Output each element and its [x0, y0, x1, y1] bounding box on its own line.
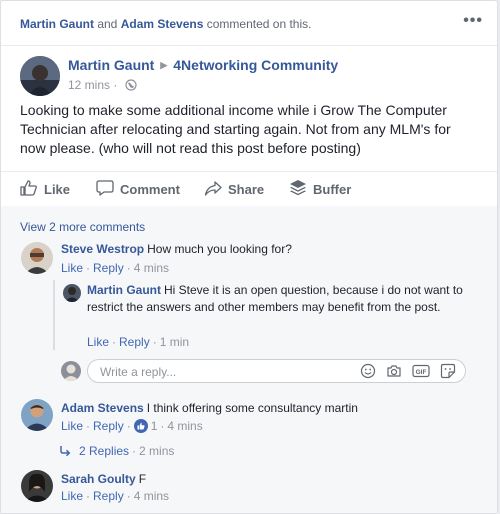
post-card: Martin Gaunt and Adam Stevens commented … [0, 0, 498, 514]
comment-actions: Like · Reply · 1 · 4 mins [61, 419, 203, 436]
svg-text:GIF: GIF [416, 369, 427, 376]
notice-suffix: commented on this. [203, 17, 312, 31]
comment-time[interactable]: 4 mins [134, 489, 169, 503]
current-user-avatar [61, 361, 81, 381]
like-reaction-icon[interactable] [133, 419, 148, 436]
buffer-label: Buffer [313, 181, 352, 197]
post-author-name[interactable]: Martin Gaunt [68, 57, 154, 73]
gif-icon[interactable]: GIF [412, 363, 430, 382]
like-label: Like [44, 181, 71, 197]
comment-text: F [138, 472, 147, 486]
reply-author[interactable]: Martin Gaunt [87, 283, 161, 297]
comment-reply-link[interactable]: Reply [93, 419, 124, 433]
share-label: Share [228, 181, 265, 197]
comment-reply-link[interactable]: Reply [93, 261, 124, 275]
separator: · [126, 489, 131, 503]
notice-text: Martin Gaunt and Adam Stevens commented … [20, 17, 311, 31]
comment-actions: Like · Reply · 4 mins [61, 261, 169, 275]
reply-composer: GIF [87, 359, 466, 383]
comment-author[interactable]: Sarah Goulty [61, 472, 136, 486]
comment-time[interactable]: 4 mins [134, 261, 169, 275]
commenter-avatar[interactable] [21, 399, 53, 431]
comment-like-link[interactable]: Like [61, 261, 83, 275]
comment-body: Sarah Goulty F [61, 471, 481, 488]
comment-button[interactable]: Comment [96, 172, 180, 206]
comment-like-link[interactable]: Like [61, 489, 83, 503]
more-icon[interactable]: ••• [463, 12, 483, 30]
comments-section: View 2 more comments Steve Westrop How mu… [1, 206, 497, 513]
post-meta: 12 mins · [68, 78, 137, 94]
sticker-icon[interactable] [440, 363, 456, 382]
notice-name-1[interactable]: Martin Gaunt [20, 17, 94, 31]
reply-reply-link[interactable]: Reply [119, 335, 150, 349]
post-group-name[interactable]: 4Networking Community [173, 57, 338, 73]
activity-notice: Martin Gaunt and Adam Stevens commented … [1, 1, 497, 46]
action-bar: Like Comment Share Buffer [1, 171, 497, 207]
share-button[interactable]: Share [204, 172, 264, 206]
meta-separator: · [113, 78, 118, 92]
share-icon [204, 179, 228, 200]
separator: · [126, 261, 131, 275]
comment-author[interactable]: Adam Stevens [61, 401, 144, 415]
separator: · [112, 335, 117, 349]
buffer-button[interactable]: Buffer [289, 172, 351, 206]
comment-body: Steve Westrop How much you looking for? [61, 241, 481, 258]
reply-like-link[interactable]: Like [87, 335, 109, 349]
post-header: Martin Gaunt ▶ 4Networking Community 12 mi… [20, 56, 485, 96]
comment-like-link[interactable]: Like [61, 419, 83, 433]
author-avatar[interactable] [20, 56, 60, 96]
comment-reply-link[interactable]: Reply [93, 489, 124, 503]
comment-text: I think offering some consultancy martin [146, 401, 358, 415]
buffer-icon [289, 179, 313, 200]
comment-body: Adam Stevens I think offering some consul… [61, 400, 481, 417]
comment-icon [96, 179, 120, 200]
separator: · [86, 419, 91, 433]
camera-icon[interactable] [386, 363, 402, 382]
comment-text: How much you looking for? [147, 242, 292, 256]
comment-author[interactable]: Steve Westrop [61, 242, 144, 256]
separator: · [160, 419, 165, 433]
separator: · [132, 444, 137, 458]
commenter-avatar[interactable] [21, 242, 53, 274]
replies-time: 2 mins [139, 444, 175, 458]
write-reply-input[interactable] [98, 364, 332, 380]
post-text: Looking to make some additional income w… [20, 102, 451, 156]
like-icon [20, 179, 44, 200]
like-button[interactable]: Like [20, 172, 70, 206]
separator: · [126, 419, 131, 433]
comment-time[interactable]: 4 mins [167, 419, 202, 433]
commenter-avatar[interactable] [21, 470, 53, 502]
reply-time[interactable]: 1 min [160, 335, 189, 349]
emoji-icon[interactable] [360, 363, 376, 382]
notice-name-2[interactable]: Adam Stevens [121, 17, 204, 31]
separator: · [86, 261, 91, 275]
view-more-comments[interactable]: View 2 more comments [20, 220, 145, 234]
reply-actions: Like · Reply · 1 min [87, 335, 189, 349]
replies-count-link[interactable]: 2 Replies [79, 444, 129, 458]
view-replies-link[interactable]: 2 Replies · 2 mins [59, 444, 174, 460]
separator: · [86, 489, 91, 503]
reply-body: Martin Gaunt Hi Steve it is an open quest… [87, 282, 467, 316]
notice-joiner: and [94, 17, 121, 31]
comment-label: Comment [120, 181, 180, 197]
reply-arrow-icon [59, 445, 71, 460]
post-timestamp[interactable]: 12 mins [68, 78, 110, 92]
globe-icon[interactable] [125, 79, 137, 94]
reply-author-avatar[interactable] [63, 284, 81, 302]
comment-actions: Like · Reply · 4 mins [61, 489, 169, 503]
group-arrow-icon: ▶ [160, 60, 168, 70]
author-line: Martin Gaunt ▶ 4Networking Community [68, 57, 338, 73]
reaction-count[interactable]: 1 [151, 419, 158, 433]
separator: · [152, 335, 157, 349]
